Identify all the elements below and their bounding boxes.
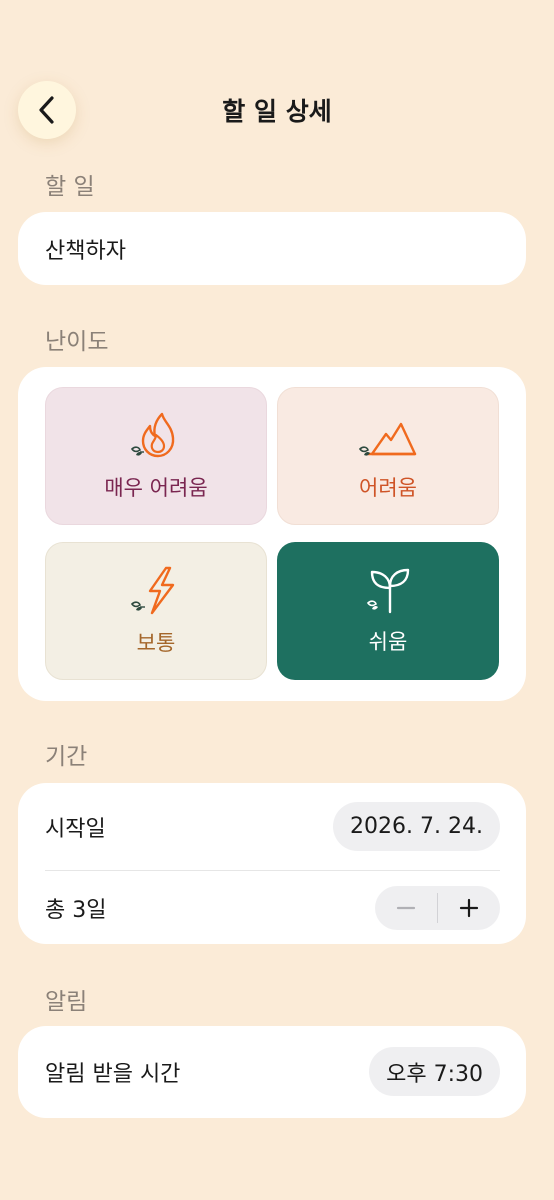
sprout-icon <box>366 568 410 614</box>
duration-stepper <box>375 886 500 930</box>
difficulty-label: 보통 <box>136 631 176 655</box>
alarm-label: 알림 받을 시간 <box>45 1062 181 1087</box>
start-date-button[interactable]: 2026. 7. 24. <box>333 802 500 851</box>
difficulty-label: 어려움 <box>359 476 417 500</box>
difficulty-option-hard[interactable]: 어려움 <box>277 387 499 525</box>
difficulty-card: 매우 어려움 어려움 보통 쉬움 <box>18 367 526 701</box>
alarm-time-button[interactable]: 오후 7:30 <box>369 1047 500 1096</box>
increment-button[interactable] <box>438 886 500 930</box>
start-date-label: 시작일 <box>45 817 106 842</box>
alarm-card: 알림 받을 시간 오후 7:30 <box>18 1026 526 1118</box>
section-label-alarm: 알림 <box>45 989 88 1015</box>
page-title: 할 일 상세 <box>222 97 332 126</box>
minus-icon <box>396 906 416 910</box>
difficulty-option-normal[interactable]: 보통 <box>45 542 267 680</box>
period-card: 시작일 2026. 7. 24. 총 3일 <box>18 783 526 944</box>
mountain-icon <box>358 422 417 456</box>
difficulty-option-very-hard[interactable]: 매우 어려움 <box>45 387 267 525</box>
section-label-task: 할 일 <box>45 174 95 200</box>
difficulty-option-easy[interactable]: 쉬움 <box>277 542 499 680</box>
duration-label: 총 3일 <box>45 898 107 923</box>
decrement-button[interactable] <box>375 886 437 930</box>
section-label-period: 기간 <box>45 744 88 770</box>
difficulty-label: 매우 어려움 <box>104 476 208 500</box>
task-input-card[interactable]: 산책하자 <box>18 212 526 285</box>
plus-icon <box>459 898 479 918</box>
difficulty-label: 쉬움 <box>368 630 408 654</box>
section-label-difficulty: 난이도 <box>45 329 109 355</box>
task-input[interactable]: 산책하자 <box>45 233 126 265</box>
start-date-row: 시작일 2026. 7. 24. <box>18 787 526 867</box>
alarm-row: 알림 받을 시간 오후 7:30 <box>18 1032 526 1112</box>
fire-icon <box>130 412 175 458</box>
lightning-icon <box>130 566 175 615</box>
